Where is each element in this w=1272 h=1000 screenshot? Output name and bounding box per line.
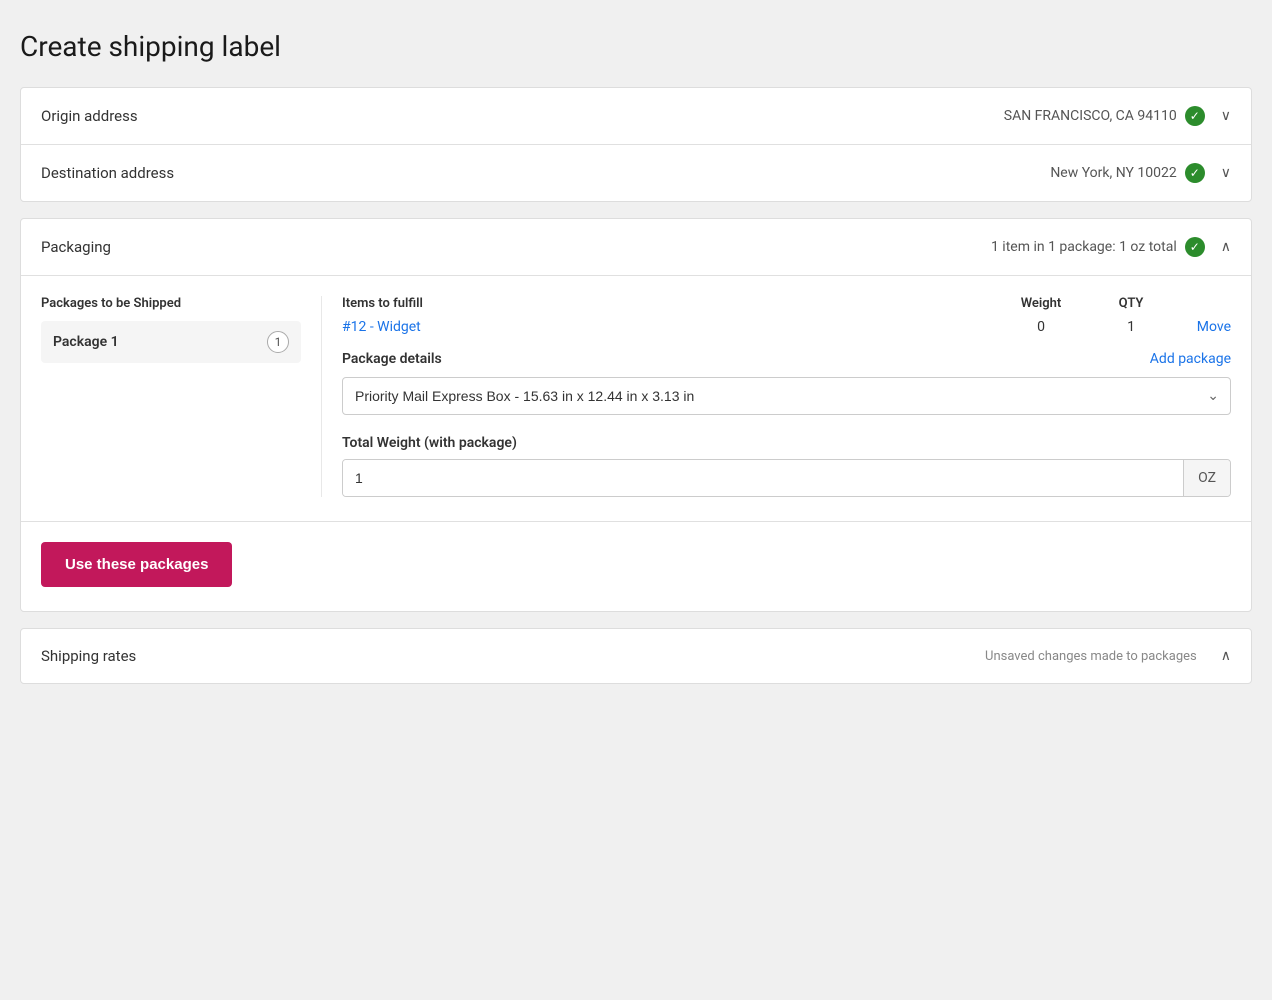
shipping-rates-meta: Unsaved changes made to packages ∧ bbox=[985, 648, 1231, 664]
unsaved-changes-text: Unsaved changes made to packages bbox=[985, 649, 1197, 664]
packaging-meta: 1 item in 1 package: 1 oz total ✓ ∧ bbox=[991, 237, 1231, 257]
items-col-header: Items to fulfill bbox=[342, 296, 991, 311]
packages-right: Items to fulfill Weight QTY #12 - Widget… bbox=[321, 296, 1231, 497]
destination-verified-icon: ✓ bbox=[1185, 163, 1205, 183]
packaging-header[interactable]: Packaging 1 item in 1 package: 1 oz tota… bbox=[21, 219, 1251, 276]
move-button[interactable]: Move bbox=[1171, 319, 1231, 335]
destination-address-meta: New York, NY 10022 ✓ ∨ bbox=[1050, 163, 1231, 183]
weight-input[interactable] bbox=[343, 460, 1183, 496]
packages-grid: Packages to be Shipped Package 1 1 Items… bbox=[41, 296, 1231, 497]
use-packages-button[interactable]: Use these packages bbox=[41, 542, 232, 587]
item-qty: 1 bbox=[1091, 319, 1171, 335]
packages-col-header: Packages to be Shipped bbox=[41, 296, 301, 311]
shipping-rates-chevron-up-icon: ∧ bbox=[1221, 648, 1231, 664]
package-details-header: Package details Add package bbox=[342, 351, 1231, 367]
shipping-rates-label: Shipping rates bbox=[41, 647, 136, 665]
origin-chevron-down-icon: ∨ bbox=[1221, 108, 1231, 124]
origin-address-label: Origin address bbox=[41, 107, 138, 125]
qty-col-header: QTY bbox=[1091, 296, 1171, 311]
destination-chevron-down-icon: ∨ bbox=[1221, 165, 1231, 181]
destination-address-value: New York, NY 10022 bbox=[1050, 165, 1176, 181]
packaging-card: Packaging 1 item in 1 package: 1 oz tota… bbox=[20, 218, 1252, 612]
packaging-verified-icon: ✓ bbox=[1185, 237, 1205, 257]
package-type-select[interactable]: Priority Mail Express Box - 15.63 in x 1… bbox=[342, 377, 1231, 415]
item-weight: 0 bbox=[991, 319, 1091, 335]
origin-address-card: Origin address SAN FRANCISCO, CA 94110 ✓… bbox=[20, 87, 1252, 202]
origin-address-row[interactable]: Origin address SAN FRANCISCO, CA 94110 ✓… bbox=[21, 88, 1251, 145]
add-package-link[interactable]: Add package bbox=[1150, 351, 1231, 367]
shipping-rates-header[interactable]: Shipping rates Unsaved changes made to p… bbox=[21, 629, 1251, 683]
package-1-item[interactable]: Package 1 1 bbox=[41, 321, 301, 363]
origin-address-meta: SAN FRANCISCO, CA 94110 ✓ ∨ bbox=[1004, 106, 1231, 126]
package-select-wrapper: Priority Mail Express Box - 15.63 in x 1… bbox=[342, 377, 1231, 415]
packaging-summary: 1 item in 1 package: 1 oz total bbox=[991, 239, 1177, 255]
origin-verified-icon: ✓ bbox=[1185, 106, 1205, 126]
items-header-row: Items to fulfill Weight QTY bbox=[342, 296, 1231, 311]
action-col-header bbox=[1171, 296, 1231, 311]
use-packages-section: Use these packages bbox=[21, 521, 1251, 611]
weight-col-header: Weight bbox=[991, 296, 1091, 311]
shipping-rates-card: Shipping rates Unsaved changes made to p… bbox=[20, 628, 1252, 684]
destination-address-label: Destination address bbox=[41, 164, 174, 182]
total-weight-label: Total Weight (with package) bbox=[342, 435, 1231, 451]
weight-section: Total Weight (with package) OZ bbox=[342, 435, 1231, 497]
package-details-section: Package details Add package Priority Mai… bbox=[342, 351, 1231, 497]
destination-address-row[interactable]: Destination address New York, NY 10022 ✓… bbox=[21, 145, 1251, 201]
weight-input-wrapper: OZ bbox=[342, 459, 1231, 497]
packaging-chevron-up-icon: ∧ bbox=[1221, 239, 1231, 255]
page-title: Create shipping label bbox=[20, 20, 1252, 63]
packages-left: Packages to be Shipped Package 1 1 bbox=[41, 296, 321, 497]
origin-address-value: SAN FRANCISCO, CA 94110 bbox=[1004, 108, 1177, 124]
item-link[interactable]: #12 - Widget bbox=[342, 319, 991, 335]
weight-unit-label: OZ bbox=[1183, 460, 1230, 496]
items-data-row: #12 - Widget 0 1 Move bbox=[342, 319, 1231, 335]
packaging-body: Packages to be Shipped Package 1 1 Items… bbox=[21, 276, 1251, 521]
packaging-label: Packaging bbox=[41, 238, 111, 256]
package-1-label: Package 1 bbox=[53, 334, 119, 350]
package-1-badge: 1 bbox=[267, 331, 289, 353]
package-details-label: Package details bbox=[342, 351, 442, 367]
